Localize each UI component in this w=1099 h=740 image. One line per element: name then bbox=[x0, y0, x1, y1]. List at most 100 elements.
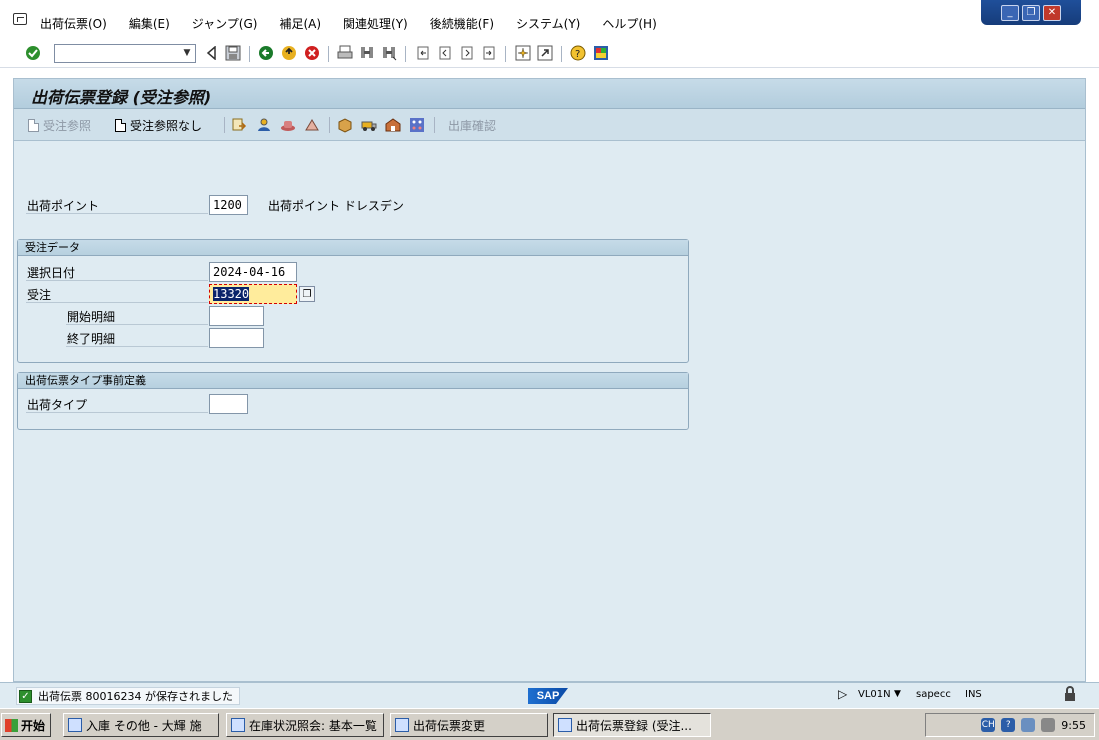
exit-icon[interactable] bbox=[280, 44, 298, 62]
find-next-icon[interactable] bbox=[380, 44, 398, 62]
confirm-goods-issue-button[interactable]: 出庫確認 bbox=[448, 117, 496, 134]
menu-extras[interactable]: 補足(A) bbox=[279, 15, 321, 32]
label-underline bbox=[26, 412, 208, 413]
menu-edit[interactable]: 編集(E) bbox=[129, 15, 170, 32]
label-underline bbox=[66, 346, 208, 347]
taskbar-item-label: 在庫状況照会: 基本一覧 bbox=[249, 718, 377, 733]
document-icon bbox=[115, 119, 126, 132]
command-field[interactable]: ▼ bbox=[54, 44, 196, 63]
print-icon[interactable] bbox=[336, 44, 354, 62]
success-check-icon: ✓ bbox=[19, 689, 32, 703]
grid-icon[interactable] bbox=[409, 117, 425, 133]
chevron-down-icon[interactable]: ▼ bbox=[181, 47, 193, 60]
to-item-input[interactable] bbox=[209, 328, 264, 348]
ref-order-label: 受注参照 bbox=[43, 119, 92, 133]
standard-toolbar: ▼ ? bbox=[0, 40, 1099, 68]
hat-icon[interactable] bbox=[280, 117, 296, 133]
shipping-point-description: 出荷ポイント ドレスデン bbox=[268, 199, 404, 213]
status-message[interactable]: ✓ 出荷伝票 80016234 が保存されました bbox=[16, 687, 240, 705]
selection-date-label: 選択日付 bbox=[27, 266, 76, 280]
shipping-point-label: 出荷ポイント bbox=[27, 199, 100, 213]
start-label: 开始 bbox=[21, 718, 46, 733]
order-label: 受注 bbox=[27, 288, 52, 302]
menu-items: 出荷伝票(O) 編集(E) ジャンプ(G) 補足(A) 関連処理(Y) 後続機能… bbox=[40, 15, 679, 32]
package-icon[interactable] bbox=[337, 117, 353, 133]
no-ref-order-label: 受注参照なし bbox=[130, 119, 203, 133]
toolbar-separator bbox=[434, 117, 435, 133]
customize-icon[interactable] bbox=[592, 44, 610, 62]
system-menu-icon[interactable] bbox=[13, 13, 27, 25]
taskbar-item[interactable]: 在庫状況照会: 基本一覧 bbox=[226, 713, 384, 737]
back-page-icon[interactable] bbox=[202, 44, 220, 62]
menu-help[interactable]: ヘルプ(H) bbox=[602, 15, 656, 32]
label-underline bbox=[26, 213, 208, 214]
ime-indicator[interactable]: CH bbox=[981, 718, 996, 732]
menu-environment[interactable]: 関連処理(Y) bbox=[343, 15, 408, 32]
selection-date-input[interactable]: 2024-04-16 bbox=[209, 262, 297, 282]
first-page-icon[interactable] bbox=[414, 44, 432, 62]
status-expand-icon[interactable]: ▷ bbox=[838, 687, 847, 701]
back-icon[interactable] bbox=[257, 44, 275, 62]
save-icon[interactable] bbox=[224, 44, 242, 62]
document-icon bbox=[28, 119, 39, 132]
help-icon[interactable]: ? bbox=[569, 44, 587, 62]
menu-bar: 出荷伝票(O) 編集(E) ジャンプ(G) 補足(A) 関連処理(Y) 後続機能… bbox=[0, 0, 1099, 40]
screen-title-bar: 出荷伝票登録 (受注参照) bbox=[14, 79, 1085, 109]
ref-order-button[interactable]: 受注参照 bbox=[28, 117, 91, 134]
label-underline bbox=[66, 324, 208, 325]
delivery-type-group-title: 出荷伝票タイプ事前定義 bbox=[18, 373, 688, 389]
toolbar-separator bbox=[561, 46, 562, 62]
taskbar-item[interactable]: 出荷伝票変更 bbox=[390, 713, 548, 737]
delivery-type-group: 出荷伝票タイプ事前定義 出荷タイプ bbox=[17, 372, 689, 430]
status-message-text: 出荷伝票 80016234 が保存されました bbox=[38, 690, 233, 703]
menu-subsequent-functions[interactable]: 後続機能(F) bbox=[430, 15, 494, 32]
toolbar-separator bbox=[249, 46, 250, 62]
chevron-down-icon[interactable]: ▼ bbox=[894, 689, 901, 699]
find-icon[interactable] bbox=[358, 44, 376, 62]
page-title: 出荷伝票登録 (受注参照) bbox=[31, 88, 212, 107]
menu-goto[interactable]: ジャンプ(G) bbox=[192, 15, 258, 32]
volume-icon[interactable] bbox=[1041, 718, 1056, 732]
restore-button[interactable]: ❐ bbox=[1022, 4, 1040, 21]
transaction-code[interactable]: VL01N bbox=[858, 689, 891, 700]
taskbar-item-label: 出荷伝票登録 (受注... bbox=[576, 718, 692, 733]
shortcut-icon[interactable] bbox=[536, 44, 554, 62]
enter-icon[interactable] bbox=[24, 44, 42, 62]
next-page-icon[interactable] bbox=[458, 44, 476, 62]
no-ref-order-button[interactable]: 受注参照なし bbox=[115, 117, 202, 134]
taskbar-item-label: 入庫 その他 - 大輝 施 bbox=[86, 718, 202, 733]
from-item-input[interactable] bbox=[209, 306, 264, 326]
toolbar-separator bbox=[505, 46, 506, 62]
minimize-button[interactable]: _ bbox=[1001, 4, 1019, 21]
shipping-point-input[interactable]: 1200 bbox=[209, 195, 248, 215]
network-icon[interactable] bbox=[1021, 718, 1036, 732]
transport-icon[interactable] bbox=[361, 117, 377, 133]
label-underline bbox=[26, 280, 208, 281]
new-session-icon[interactable] bbox=[514, 44, 532, 62]
taskbar-item-active[interactable]: 出荷伝票登録 (受注... bbox=[553, 713, 711, 737]
search-help-icon[interactable]: ❐ bbox=[299, 286, 315, 302]
cancel-icon[interactable] bbox=[303, 44, 321, 62]
product-icon[interactable] bbox=[304, 117, 320, 133]
start-button[interactable]: 开始 bbox=[1, 713, 51, 737]
prev-page-icon[interactable] bbox=[436, 44, 454, 62]
delivery-type-label: 出荷タイプ bbox=[27, 398, 88, 412]
order-number-value: 13320 bbox=[213, 287, 250, 301]
windows-logo-icon bbox=[5, 718, 18, 732]
order-number-input[interactable]: 13320 bbox=[209, 284, 297, 304]
help-icon[interactable]: ? bbox=[1001, 718, 1016, 732]
menu-system[interactable]: システム(Y) bbox=[516, 15, 580, 32]
confirm-goods-issue-label: 出庫確認 bbox=[448, 119, 497, 133]
taskbar-item[interactable]: 入庫 その他 - 大輝 施 bbox=[63, 713, 219, 737]
copy-doc-icon[interactable] bbox=[231, 117, 247, 133]
input-mode[interactable]: INS bbox=[965, 689, 982, 700]
warehouse-icon[interactable] bbox=[385, 117, 401, 133]
close-button[interactable]: ✕ bbox=[1043, 4, 1061, 21]
order-data-group: 受注データ 選択日付 2024-04-16 受注 13320 ❐ 開始明細 終了… bbox=[17, 239, 689, 363]
menu-delivery[interactable]: 出荷伝票(O) bbox=[40, 15, 107, 32]
toolbar-separator bbox=[328, 46, 329, 62]
delivery-type-input[interactable] bbox=[209, 394, 248, 414]
partner-icon[interactable] bbox=[256, 117, 272, 133]
last-page-icon[interactable] bbox=[480, 44, 498, 62]
sap-window-icon bbox=[68, 718, 82, 732]
